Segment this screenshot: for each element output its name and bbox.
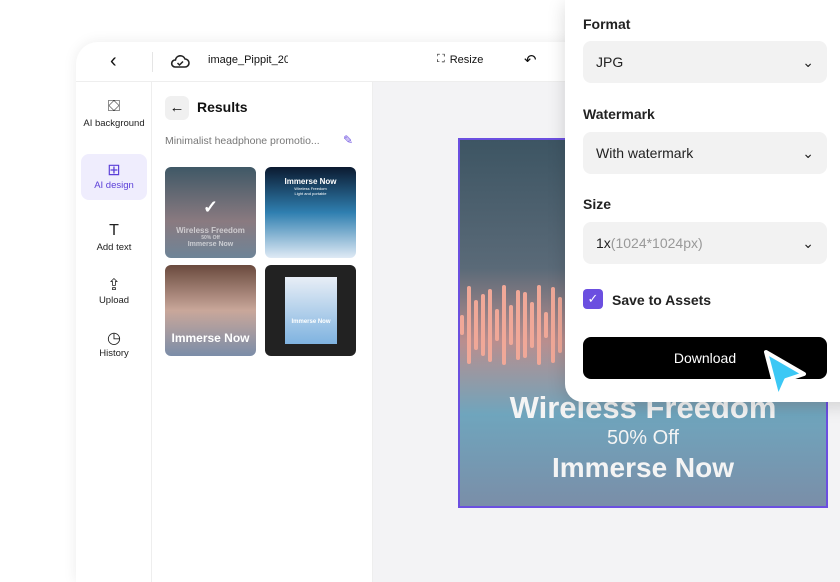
sidebar-item-label: AI background [83,118,145,129]
sidebar-item-ai-background[interactable]: ⛋ AI background [81,92,147,129]
sidebar: ⛋ AI background ⊞ AI design T Add text ⇪ Upl… [76,82,152,582]
wave-bar [467,286,471,364]
wave-bar [551,287,555,363]
clock-icon: ◷ [107,330,121,347]
wave-bar [460,315,464,335]
export-popover: Format JPG ⌄ Watermark With watermark ⌄ Si… [565,0,840,402]
sidebar-item-add-text[interactable]: T Add text [81,216,147,253]
ai-design-icon: ⊞ [107,162,121,179]
resize-icon: ⛶ [437,53,445,65]
wave-bar [509,305,513,345]
size-detail: (1024*1024px) [610,235,703,251]
size-label: Size [583,196,612,212]
back-icon[interactable]: ‹ [110,50,117,73]
thumb-text: Immerse Now [171,331,250,345]
wave-bar [488,288,492,362]
text-icon: T [109,222,119,239]
watermark-select[interactable]: With watermark ⌄ [583,132,827,174]
size-select[interactable]: 1x(1024*1024px) ⌄ [583,222,827,264]
check-icon: ✓ [202,197,219,217]
wave-bar [495,308,499,342]
bag-icon: ⛋ [107,98,121,115]
sidebar-item-label: Add text [96,242,132,253]
size-value: 1x [596,235,611,251]
wave-bar [502,285,506,365]
chevron-down-icon: ⌄ [802,53,814,70]
save-to-assets-checkbox[interactable]: ✓ [583,289,603,309]
save-to-assets-label[interactable]: Save to Assets [612,292,711,308]
watermark-value: With watermark [596,145,694,161]
thumb-text: Immerse Now [187,241,234,248]
format-select[interactable]: JPG ⌄ [583,41,827,83]
upload-icon: ⇪ [107,277,121,294]
resize-button[interactable]: ⛶ Resize [437,53,483,66]
format-label: Format [583,16,631,32]
results-panel: ← Results Minimalist headphone promotio.… [153,82,373,582]
thumb-text: Immerse Now [291,319,331,325]
result-thumbnail[interactable]: ✓ Wireless Freedom 50% Off Immerse Now [165,167,256,258]
sidebar-item-label: History [99,348,129,359]
cloud-saved-icon[interactable] [170,52,190,75]
resize-label: Resize [449,53,484,66]
divider [152,52,153,72]
result-thumbnail[interactable]: Immerse Now [265,265,356,356]
file-name[interactable]: image_Pippit_20 [208,54,288,66]
thumb-text: Wireless Freedom [176,226,245,235]
wave-bar [481,294,485,356]
back-arrow-icon[interactable]: ← [165,96,189,120]
wave-bar [516,290,520,360]
result-thumbnail[interactable]: Immerse Now [165,265,256,356]
panel-title: Results [197,99,248,115]
wave-bar [544,311,548,339]
undo-icon[interactable]: ↶ [524,51,537,69]
wave-bar [558,296,562,354]
wave-bar [474,299,478,351]
sidebar-item-label: AI design [94,180,134,191]
wave-bar [530,302,534,348]
sidebar-item-label: Upload [98,295,130,306]
sidebar-item-upload[interactable]: ⇪ Upload [81,269,147,306]
chevron-down-icon: ⌄ [802,234,814,251]
wave-bar [523,292,527,358]
mouse-cursor-icon [764,350,806,400]
thumb-text: Immerse Now [284,177,337,186]
sidebar-item-history[interactable]: ◷ History [81,322,147,359]
poster-cta: Immerse Now [551,452,735,483]
format-value: JPG [596,54,624,70]
chevron-down-icon: ⌄ [802,144,814,161]
wave-bar [537,285,541,365]
sidebar-item-ai-design[interactable]: ⊞ AI design [81,154,147,200]
edit-icon[interactable]: ✎ [343,133,353,147]
poster-offer: 50% Off [607,427,679,449]
thumb-text: Light and portable [294,191,327,196]
result-thumbnail[interactable]: Immerse Now Wireless Freedom Light and p… [265,167,356,258]
watermark-label: Watermark [583,106,655,122]
prompt-text: Minimalist headphone promotio... [165,135,320,147]
